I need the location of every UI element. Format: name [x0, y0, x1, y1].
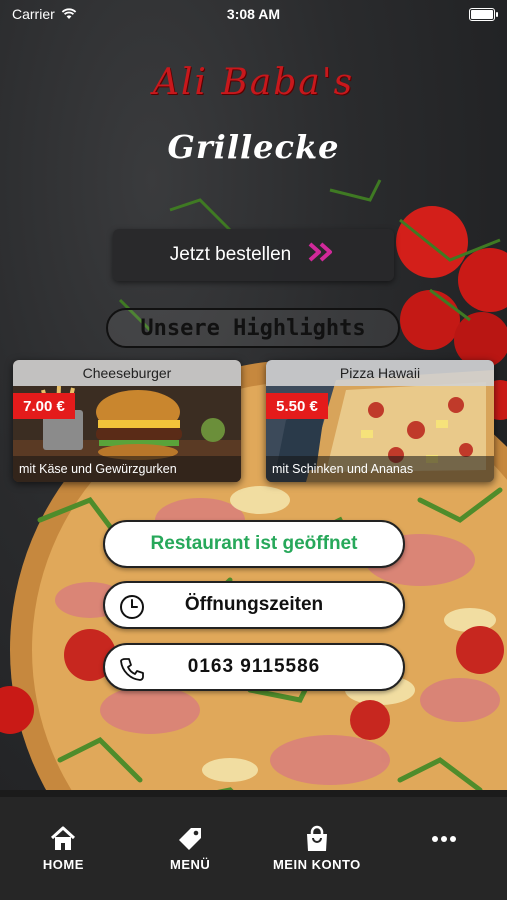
wifi-icon: [61, 8, 77, 19]
tab-home[interactable]: HOME: [8, 825, 118, 900]
tab-menu[interactable]: MENÜ: [135, 825, 245, 900]
phone-button[interactable]: 0163 9115586: [103, 643, 405, 691]
tab-my-account[interactable]: MEIN KONTO: [262, 825, 372, 900]
highlight-name: Cheeseburger: [13, 360, 241, 386]
shopping-bag-icon: [306, 825, 327, 851]
order-now-label: Jetzt bestellen: [169, 244, 292, 265]
status-bar: Carrier 3:08 AM: [0, 0, 507, 28]
clock-icon: [120, 595, 144, 619]
carrier-label: Carrier: [12, 6, 55, 22]
tab-label: HOME: [42, 857, 84, 872]
home-icon: [51, 826, 76, 850]
tab-label: MEIN KONTO: [272, 857, 361, 872]
double-chevron-right-icon: [307, 241, 337, 269]
highlight-name: Pizza Hawaii: [266, 360, 494, 386]
battery-icon: [469, 7, 498, 21]
highlight-card-cheeseburger[interactable]: Cheeseburger 7.00 € mit Käse und Gewürzg…: [13, 360, 241, 482]
highlight-price: 5.50 €: [266, 393, 328, 419]
tag-icon: [179, 828, 202, 850]
highlight-price: 7.00 €: [13, 393, 75, 419]
more-icon: [431, 836, 456, 842]
brand-subtitle: Grillecke: [167, 128, 340, 166]
tab-more[interactable]: [389, 825, 499, 900]
opening-hours-label: Öffnungszeiten: [184, 594, 324, 615]
restaurant-status-label: Restaurant ist geöffnet: [150, 533, 358, 554]
phone-icon: [120, 658, 144, 681]
highlight-description: mit Käse und Gewürzgurken: [13, 456, 241, 482]
carrier-group: Carrier: [12, 6, 77, 22]
brand-name: Ali Baba's: [152, 62, 355, 103]
highlight-card-pizza-hawaii[interactable]: Pizza Hawaii 5.50 € mit Schinken und Ana…: [266, 360, 494, 482]
highlight-description: mit Schinken und Ananas: [266, 456, 494, 482]
restaurant-status-button[interactable]: Restaurant ist geöffnet: [103, 520, 405, 568]
highlights-title: Unsere Highlights: [106, 308, 400, 348]
tab-bar: HOME MENÜ MEIN KONTO: [0, 797, 507, 900]
opening-hours-button[interactable]: Öffnungszeiten: [103, 581, 405, 629]
phone-label: 0163 9115586: [187, 656, 321, 677]
order-now-button[interactable]: Jetzt bestellen: [113, 229, 394, 281]
tab-label: MENÜ: [169, 857, 211, 872]
